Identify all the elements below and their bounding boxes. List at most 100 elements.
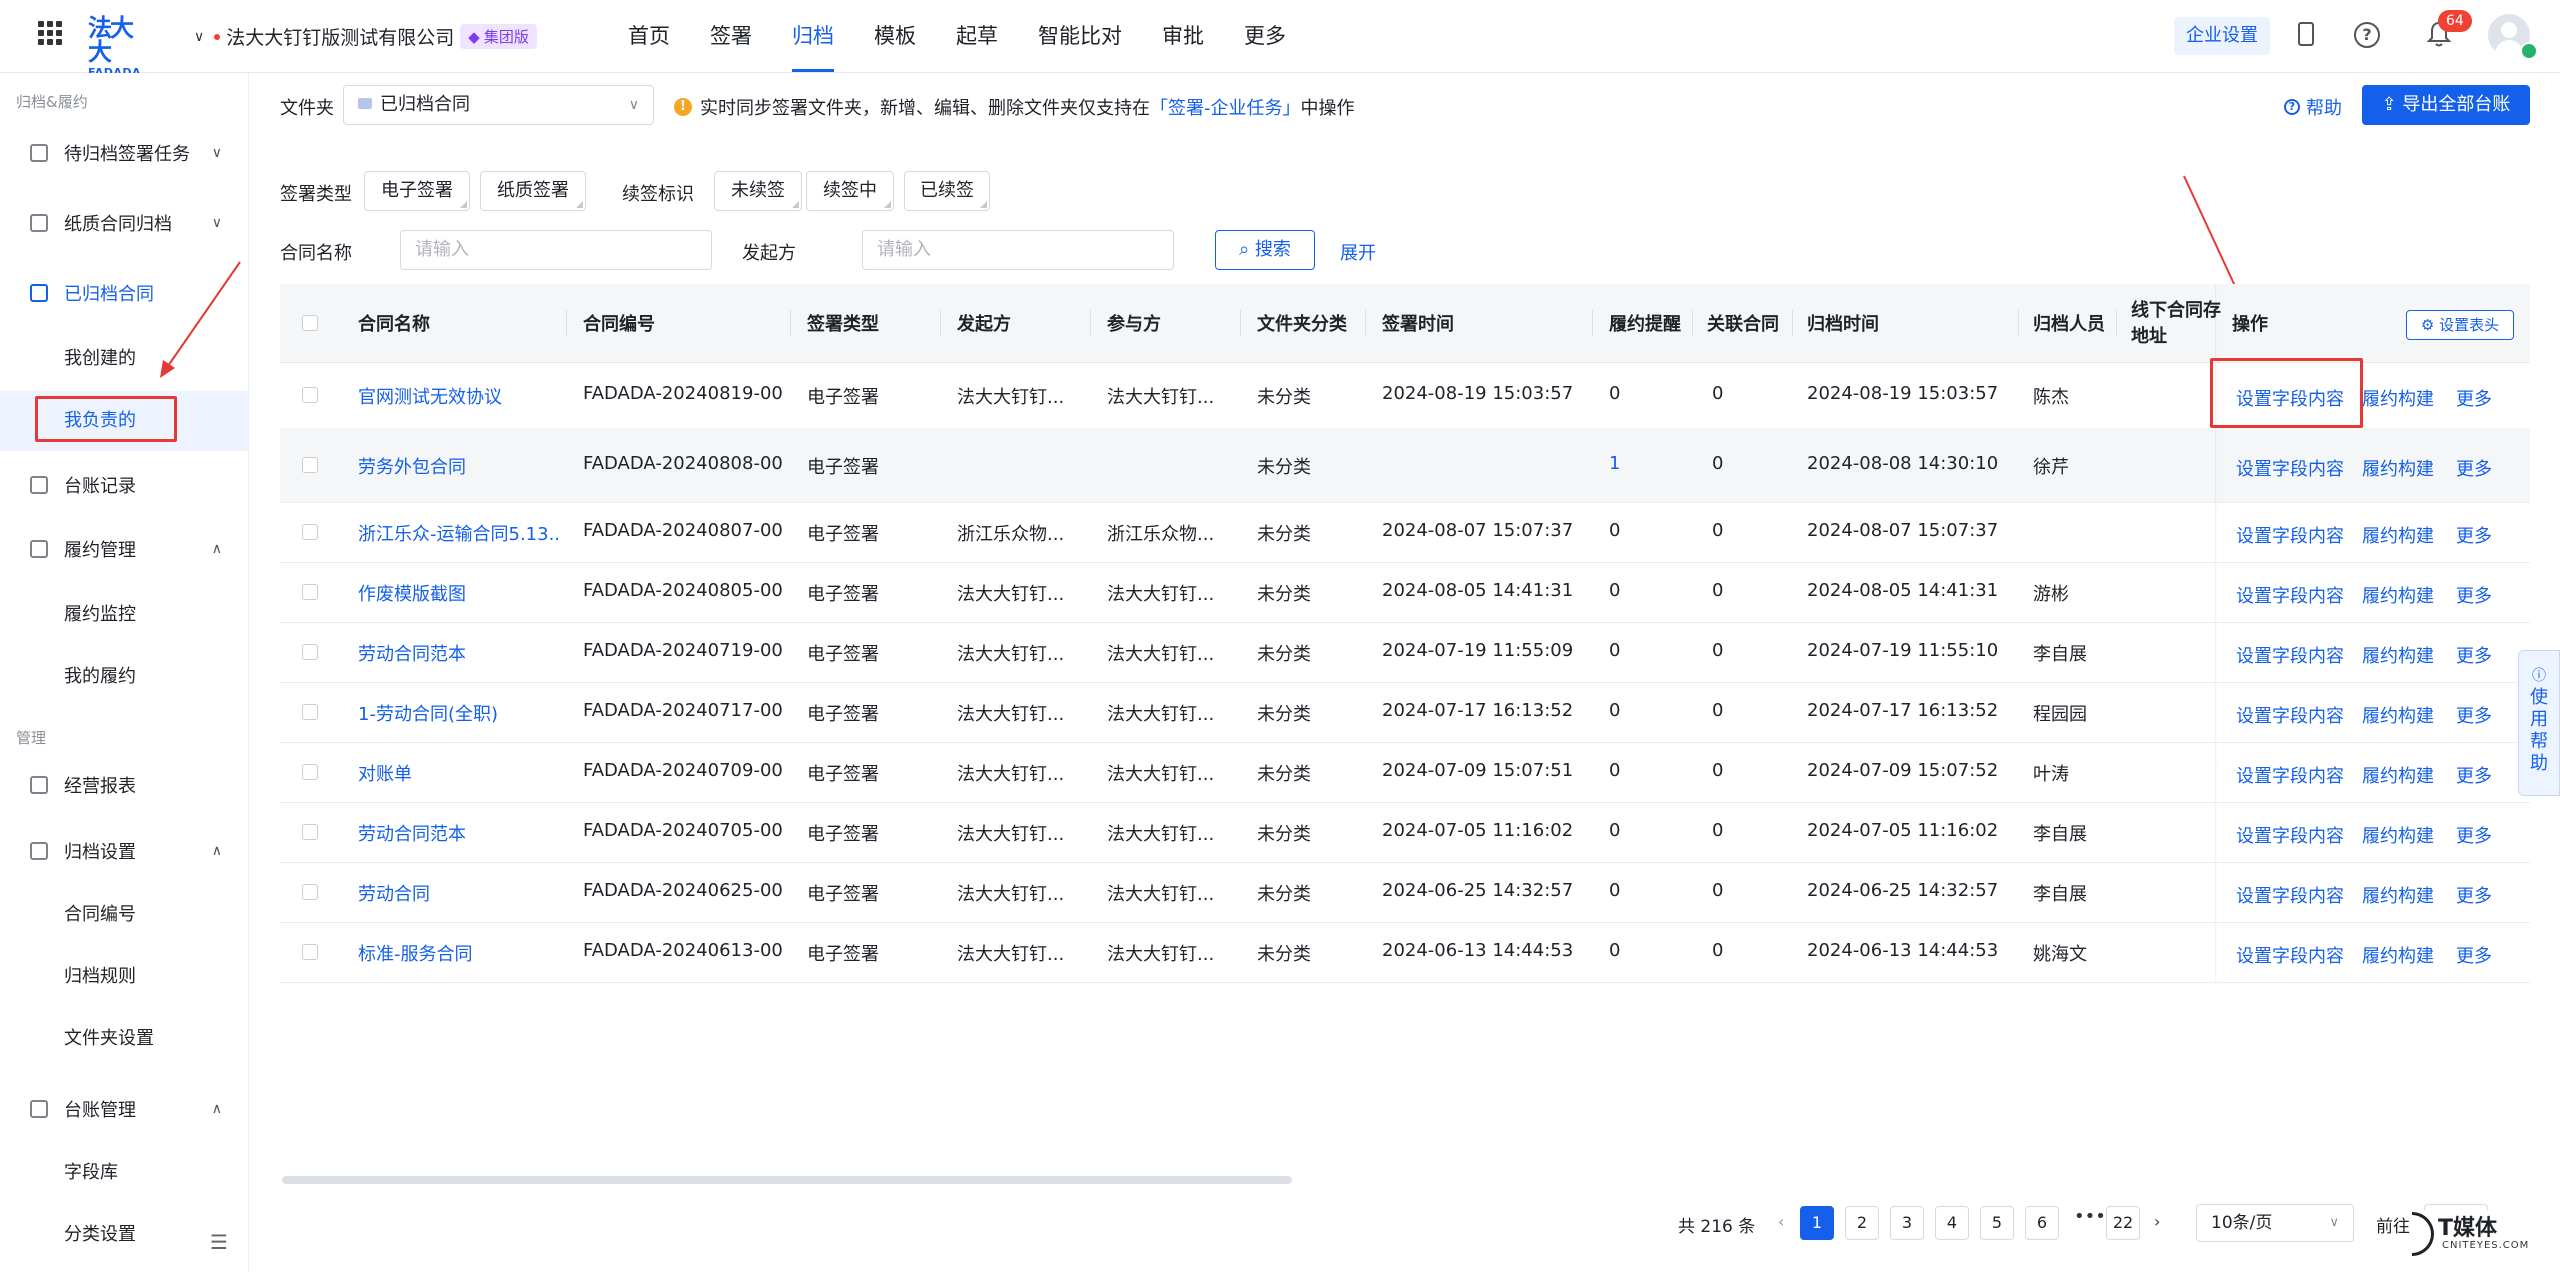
cell-remind: 0 (1609, 880, 1621, 901)
table-row: 作废模版截图 FADADA-20240805-00... 电子签署 法大大钉钉... 法… (280, 562, 2530, 623)
set-field-content-link[interactable]: 设置字段内容 (2236, 762, 2344, 788)
more-link[interactable]: 更多 (2456, 582, 2492, 608)
table-row: 劳务外包合同 FADADA-20240808-00... 电子签署 未分类 1 0 2024… (280, 428, 2530, 503)
more-link[interactable]: 更多 (2456, 702, 2492, 728)
page-3[interactable]: 3 (1890, 1206, 1924, 1240)
cell-related: 0 (1712, 520, 1724, 541)
set-header-label: 设置表头 (2439, 316, 2500, 334)
row-checkbox[interactable] (302, 764, 318, 780)
sync-tip: ! 实时同步签署文件夹，新增、编辑、删除文件夹仅支持在 「签署-企业任务」 中操… (674, 94, 1355, 120)
tag-electronic[interactable]: 电子签署 (364, 171, 470, 211)
initiator-input[interactable]: 请输入 (862, 230, 1174, 270)
cell-contract-name[interactable]: 劳务外包合同 (358, 453, 558, 479)
set-field-content-link[interactable]: 设置字段内容 (2236, 822, 2344, 848)
cell-sign-type: 电子签署 (807, 884, 879, 905)
page-4[interactable]: 4 (1935, 1206, 1969, 1240)
more-link[interactable]: 更多 (2456, 942, 2492, 968)
page-6[interactable]: 6 (2025, 1206, 2059, 1240)
set-field-content-link[interactable]: 设置字段内容 (2236, 642, 2344, 668)
contract-name-input[interactable]: 请输入 (400, 230, 712, 270)
page-last[interactable]: 22 (2106, 1206, 2140, 1240)
usage-help-tab[interactable]: ⓘ 使用帮助 (2518, 650, 2560, 796)
perform-build-link[interactable]: 履约构建 (2362, 522, 2434, 548)
set-field-content-link[interactable]: 设置字段内容 (2236, 942, 2344, 968)
perform-build-link[interactable]: 履约构建 (2362, 702, 2434, 728)
set-field-content-link[interactable]: 设置字段内容 (2236, 702, 2344, 728)
perform-build-link[interactable]: 履约构建 (2362, 582, 2434, 608)
perform-build-link[interactable]: 履约构建 (2362, 822, 2434, 848)
row-checkbox[interactable] (302, 944, 318, 960)
row-checkbox[interactable] (302, 457, 318, 473)
col-related: 关联合同 (1707, 314, 1779, 335)
cell-related: 0 (1712, 880, 1724, 901)
row-checkbox[interactable] (302, 387, 318, 403)
next-page-icon[interactable]: › (2154, 1212, 2160, 1231)
select-all-checkbox[interactable] (302, 315, 318, 331)
horizontal-scrollbar[interactable] (282, 1176, 1292, 1184)
perform-build-link[interactable]: 履约构建 (2362, 942, 2434, 968)
page-size-select[interactable]: 10条/页 ∨ (2196, 1204, 2354, 1242)
page-2[interactable]: 2 (1845, 1206, 1879, 1240)
help-link[interactable]: ? 帮助 (2284, 94, 2342, 120)
cell-contract-name[interactable]: 劳动合同 (358, 880, 558, 906)
perform-build-link[interactable]: 履约构建 (2362, 882, 2434, 908)
expand-link[interactable]: 展开 (1340, 239, 1376, 265)
set-table-header-button[interactable]: ⚙ 设置表头 (2406, 310, 2514, 340)
set-field-content-link[interactable]: 设置字段内容 (2236, 522, 2344, 548)
more-link[interactable]: 更多 (2456, 455, 2492, 481)
set-field-content-link[interactable]: 设置字段内容 (2236, 582, 2344, 608)
cell-initiator: 法大大钉钉... (957, 704, 1065, 725)
search-button[interactable]: ⌕ 搜索 (1215, 230, 1315, 270)
table-row: 浙江乐众-运输合同5.13... FADADA-20240807-00... 电子签… (280, 502, 2530, 563)
set-field-content-link[interactable]: 设置字段内容 (2236, 882, 2344, 908)
page-size-value: 10条/页 (2211, 1213, 2273, 1233)
row-checkbox[interactable] (302, 644, 318, 660)
tag-renewing[interactable]: 续签中 (806, 171, 894, 211)
cell-contract-name[interactable]: 劳动合同范本 (358, 820, 558, 846)
row-checkbox[interactable] (302, 704, 318, 720)
cell-contract-name[interactable]: 1-劳动合同(全职) (358, 700, 558, 726)
page-ellipsis[interactable]: ••• (2074, 1206, 2106, 1227)
cell-party: 浙江乐众物... (1107, 524, 1215, 545)
cell-remind: 0 (1609, 383, 1621, 404)
export-all-button[interactable]: ⇪ 导出全部台账 (2362, 85, 2530, 125)
row-checkbox[interactable] (302, 884, 318, 900)
cell-contract-no: FADADA-20240717-00... (583, 700, 783, 721)
cell-related: 0 (1712, 700, 1724, 721)
perform-build-link[interactable]: 履约构建 (2362, 385, 2434, 411)
cell-contract-name[interactable]: 浙江乐众-运输合同5.13... (358, 520, 558, 546)
cell-contract-name[interactable]: 劳动合同范本 (358, 640, 558, 666)
sync-tip-link[interactable]: 「签署-企业任务」 (1150, 94, 1301, 120)
tag-renewed[interactable]: 已续签 (904, 171, 990, 211)
set-field-content-link[interactable]: 设置字段内容 (2236, 455, 2344, 481)
cell-contract-name[interactable]: 对账单 (358, 760, 558, 786)
more-link[interactable]: 更多 (2456, 882, 2492, 908)
cell-archive-time: 2024-07-19 11:55:10 (1807, 640, 1999, 661)
more-link[interactable]: 更多 (2456, 642, 2492, 668)
row-checkbox[interactable] (302, 584, 318, 600)
prev-page-icon[interactable]: ‹ (1778, 1212, 1784, 1231)
row-checkbox[interactable] (302, 524, 318, 540)
cell-initiator: 法大大钉钉... (957, 764, 1065, 785)
perform-build-link[interactable]: 履约构建 (2362, 642, 2434, 668)
more-link[interactable]: 更多 (2456, 385, 2492, 411)
perform-build-link[interactable]: 履约构建 (2362, 455, 2434, 481)
tag-not-renewed[interactable]: 未续签 (714, 171, 802, 211)
cell-initiator: 法大大钉钉... (957, 824, 1065, 845)
cell-initiator: 法大大钉钉... (957, 884, 1065, 905)
page-5[interactable]: 5 (1980, 1206, 2014, 1240)
more-link[interactable]: 更多 (2456, 522, 2492, 548)
cell-contract-name[interactable]: 官网测试无效协议 (358, 383, 558, 409)
cell-contract-name[interactable]: 标准-服务合同 (358, 940, 558, 966)
tag-paper[interactable]: 纸质签署 (480, 171, 586, 211)
cell-initiator: 法大大钉钉... (957, 644, 1065, 665)
folder-select[interactable]: 已归档合同 ∨ (343, 85, 654, 125)
more-link[interactable]: 更多 (2456, 762, 2492, 788)
perform-build-link[interactable]: 履约构建 (2362, 762, 2434, 788)
contract-name-label: 合同名称 (280, 243, 352, 264)
more-link[interactable]: 更多 (2456, 822, 2492, 848)
cell-remind: 0 (1609, 820, 1621, 841)
row-checkbox[interactable] (302, 824, 318, 840)
cell-contract-name[interactable]: 作废模版截图 (358, 580, 558, 606)
page-1[interactable]: 1 (1800, 1206, 1834, 1240)
